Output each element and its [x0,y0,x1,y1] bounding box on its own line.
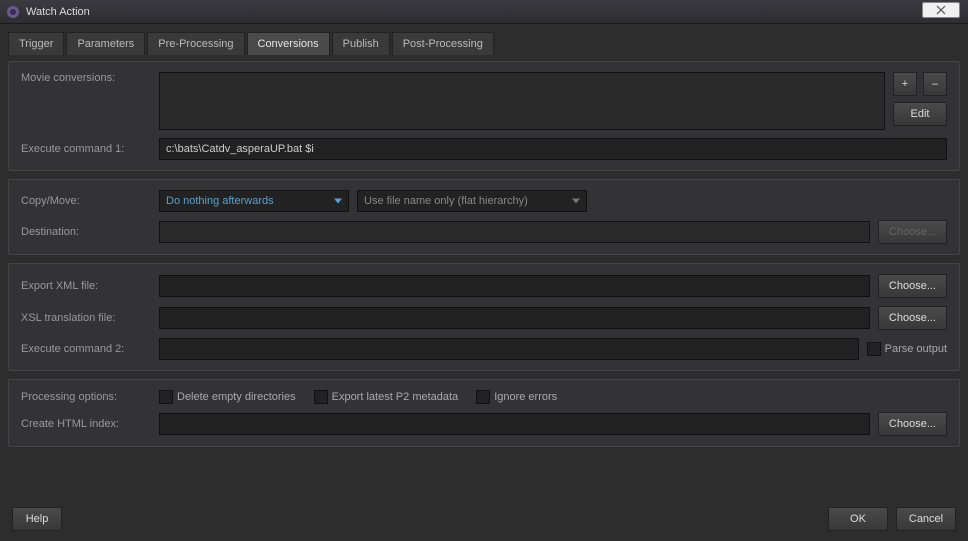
create-html-input[interactable] [159,413,870,435]
panel-processing: Processing options: Delete empty directo… [8,379,960,447]
chevron-down-icon [334,199,342,204]
parse-output-checkbox[interactable]: Parse output [867,342,947,356]
copy-move-select[interactable]: Do nothing afterwards [159,190,349,212]
exec1-label: Execute command 1: [21,143,151,155]
exec1-input[interactable] [159,138,947,160]
checkbox-icon [314,390,328,404]
copy-move-value: Do nothing afterwards [166,195,274,207]
xsl-choose-button[interactable]: Choose... [878,306,947,330]
movie-conversions-label: Movie conversions: [21,72,151,84]
create-html-choose-button[interactable]: Choose... [878,412,947,436]
exec2-label: Execute command 2: [21,343,151,355]
export-xml-input[interactable] [159,275,870,297]
destination-input[interactable] [159,221,870,243]
ok-button[interactable]: OK [828,507,888,531]
panel-copy-move: Copy/Move: Do nothing afterwards Use fil… [8,179,960,255]
export-xml-label: Export XML file: [21,280,151,292]
cancel-button[interactable]: Cancel [896,507,956,531]
watch-action-window: Watch Action Trigger Parameters Pre-Proc… [0,0,968,541]
checkbox-icon [867,342,881,356]
destination-choose-button[interactable]: Choose... [878,220,947,244]
checkbox-icon [476,390,490,404]
add-conversion-button[interactable]: + [893,72,917,96]
checkbox-icon [159,390,173,404]
ignore-errors-label: Ignore errors [494,391,557,403]
export-p2-checkbox[interactable]: Export latest P2 metadata [314,390,459,404]
titlebar: Watch Action [0,0,968,24]
tab-trigger[interactable]: Trigger [8,32,64,55]
movie-conversions-list[interactable] [159,72,885,130]
remove-conversion-button[interactable]: – [923,72,947,96]
content-area: Trigger Parameters Pre-Processing Conver… [0,24,968,541]
export-xml-choose-button[interactable]: Choose... [878,274,947,298]
xsl-label: XSL translation file: [21,312,151,324]
processing-options-label: Processing options: [21,391,151,403]
hierarchy-select[interactable]: Use file name only (flat hierarchy) [357,190,587,212]
create-html-label: Create HTML index: [21,418,151,430]
panel-export: Export XML file: Choose... XSL translati… [8,263,960,371]
tab-post-processing[interactable]: Post-Processing [392,32,494,55]
app-icon [6,5,20,19]
tab-bar: Trigger Parameters Pre-Processing Conver… [8,32,960,55]
xsl-input[interactable] [159,307,870,329]
window-title: Watch Action [26,6,90,18]
close-icon [936,5,946,15]
destination-label: Destination: [21,226,151,238]
tab-pre-processing[interactable]: Pre-Processing [147,32,244,55]
chevron-down-icon [572,199,580,204]
footer: Help OK Cancel [12,507,956,531]
close-button[interactable] [922,2,960,18]
parse-output-label: Parse output [885,343,947,355]
exec2-input[interactable] [159,338,859,360]
tab-publish[interactable]: Publish [332,32,390,55]
help-button[interactable]: Help [12,507,62,531]
ignore-errors-checkbox[interactable]: Ignore errors [476,390,557,404]
tab-parameters[interactable]: Parameters [66,32,145,55]
export-p2-label: Export latest P2 metadata [332,391,459,403]
delete-empty-checkbox[interactable]: Delete empty directories [159,390,296,404]
delete-empty-label: Delete empty directories [177,391,296,403]
copy-move-label: Copy/Move: [21,195,151,207]
tab-conversions[interactable]: Conversions [247,32,330,55]
edit-conversion-button[interactable]: Edit [893,102,947,126]
hierarchy-value: Use file name only (flat hierarchy) [364,195,528,207]
panel-movie-conversions: Movie conversions: + – Edit Execute comm… [8,61,960,171]
